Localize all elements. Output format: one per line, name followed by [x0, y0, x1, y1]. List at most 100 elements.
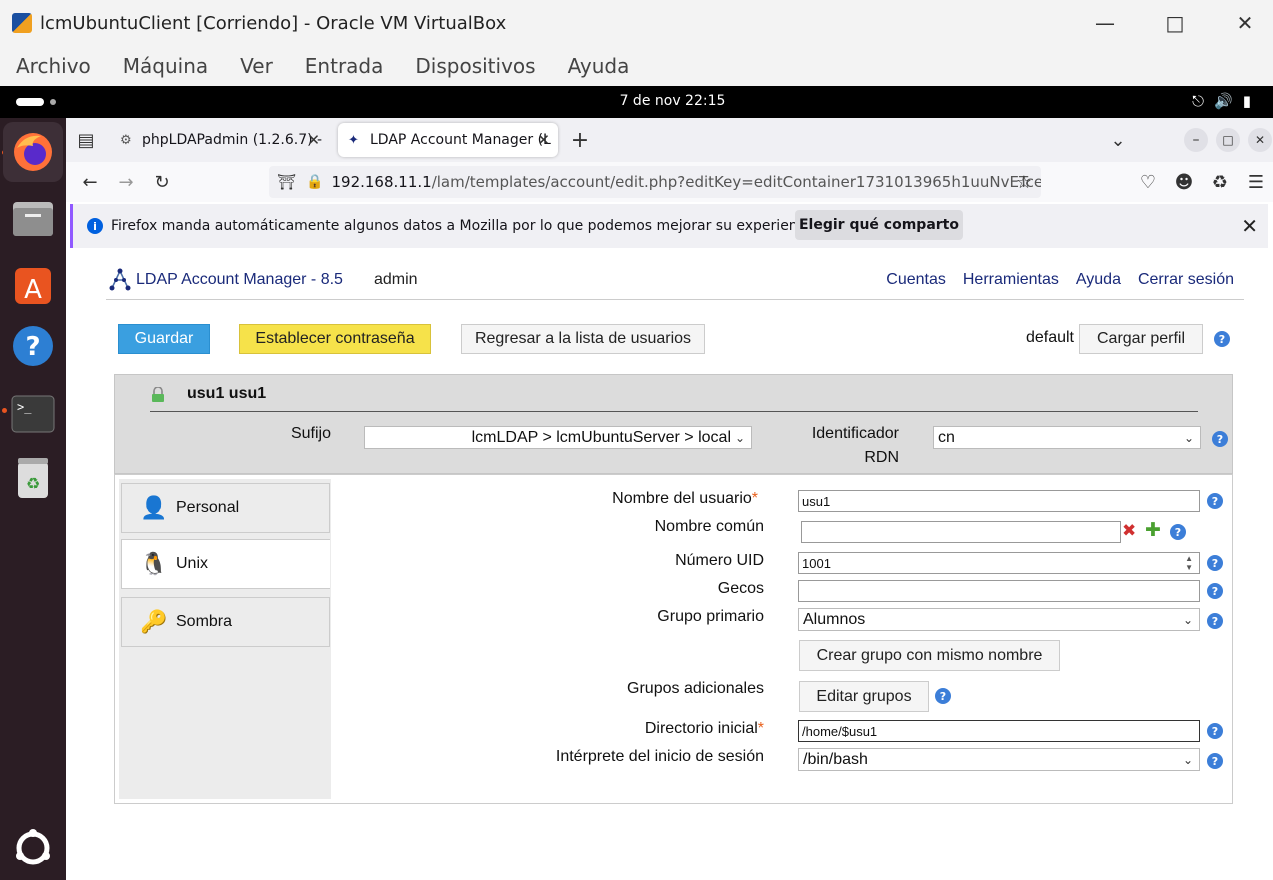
menu-ver[interactable]: Ver	[240, 54, 273, 78]
lam-title[interactable]: LDAP Account Manager - 8.5	[136, 271, 343, 289]
menu-maquina[interactable]: Máquina	[123, 54, 208, 78]
system-tray[interactable]: ⎋🔊▮	[1192, 92, 1261, 110]
maximize-icon[interactable]: □	[1160, 8, 1190, 38]
tab-label: phpLDAPadmin (1.2.6.7) -	[142, 132, 323, 148]
help-icon[interactable]: ?	[1207, 583, 1223, 599]
ubuntu-dock: A ? >_ ♻	[0, 118, 66, 880]
restore-icon[interactable]: □	[1216, 128, 1240, 152]
primary-group-select[interactable]: Alumnos ⌄	[798, 608, 1200, 631]
url-bar[interactable]: ⛩ 🔒 192.168.11.1 /lam/templates/account/…	[269, 166, 1041, 198]
gecos-label: Gecos	[717, 580, 764, 597]
url-path: /lam/templates/account/edit.php?editKey=…	[431, 173, 1041, 191]
back-icon[interactable]: ←	[78, 170, 102, 194]
new-tab-icon[interactable]: +	[568, 128, 592, 153]
uid-label: Número UID	[675, 552, 764, 569]
lock-icon	[152, 387, 164, 402]
minimize-icon[interactable]: –	[1184, 128, 1208, 152]
close-notification-icon[interactable]: ✕	[1241, 214, 1258, 238]
back-to-list-button[interactable]: Regresar a la lista de usuarios	[461, 324, 705, 354]
username-input[interactable]: usu1	[798, 490, 1200, 512]
help-icon[interactable]: ?	[1207, 493, 1223, 509]
tab-sombra[interactable]: 🔑 Sombra	[121, 597, 330, 647]
help-icon[interactable]: ?	[1207, 723, 1223, 739]
tab-phpldapadmin[interactable]: ⚙ phpLDAPadmin (1.2.6.7) - ✕	[110, 123, 328, 157]
extensions-icon[interactable]: ♻	[1208, 170, 1232, 194]
tab-unix[interactable]: 🐧 Unix	[121, 539, 330, 589]
home-dir-label: Directorio inicial*	[644, 720, 764, 737]
create-group-button[interactable]: Crear grupo con mismo nombre	[799, 640, 1060, 671]
spinner-arrows-icon[interactable]: ▲ ▼	[1185, 554, 1193, 572]
show-apps-icon[interactable]	[9, 824, 57, 872]
help-icon[interactable]: ?	[1214, 331, 1230, 347]
data-notification-bar: i Firefox manda automáticamente algunos …	[70, 204, 1268, 248]
nav-ayuda[interactable]: Ayuda	[1076, 271, 1121, 288]
save-button[interactable]: Guardar	[118, 324, 210, 354]
page-content: LDAP Account Manager - 8.5 admin Cuentas…	[66, 250, 1273, 880]
menu-entrada[interactable]: Entrada	[305, 54, 384, 78]
remove-icon[interactable]: ✖	[1122, 521, 1136, 541]
terminal-icon[interactable]: >_	[9, 390, 57, 438]
nav-herramientas[interactable]: Herramientas	[963, 271, 1059, 288]
virtualbox-icon	[12, 13, 32, 33]
key-icon: 🔑	[140, 609, 168, 634]
home-dir-input[interactable]: /home/$usu1	[798, 720, 1200, 742]
load-profile-button[interactable]: Cargar perfil	[1079, 324, 1203, 354]
help-icon[interactable]: ?	[1170, 524, 1186, 540]
hamburger-menu-icon[interactable]: ☰	[1244, 170, 1268, 194]
login-shell-value: /bin/bash	[803, 750, 868, 768]
menu-ayuda[interactable]: Ayuda	[568, 54, 630, 78]
url-host: 192.168.11.1	[331, 173, 432, 191]
help-icon[interactable]: ?	[935, 688, 951, 704]
firefox-icon[interactable]	[3, 122, 63, 182]
nav-cerrar-sesion[interactable]: Cerrar sesión	[1138, 271, 1234, 288]
forward-icon[interactable]: →	[114, 170, 138, 194]
menu-dispositivos[interactable]: Dispositivos	[415, 54, 535, 78]
shield-icon[interactable]: ⛩	[277, 173, 296, 191]
suffix-select[interactable]: lcmLDAP > lcmUbuntuServer > local ⌄	[364, 426, 752, 449]
bookmark-star-icon[interactable]: ☆	[1012, 170, 1036, 194]
close-icon[interactable]: ✕	[1230, 8, 1260, 38]
gecos-input[interactable]	[798, 580, 1200, 602]
lam-header: LDAP Account Manager - 8.5 admin Cuentas…	[106, 268, 1244, 300]
close-tab-icon[interactable]: ✕	[537, 131, 550, 149]
vbox-title-bar: lcmUbuntuClient [Corriendo] - Oracle VM …	[0, 0, 1273, 46]
info-icon: i	[87, 218, 103, 234]
pocket-icon[interactable]: ♡	[1136, 170, 1160, 194]
insecure-lock-icon[interactable]: 🔒	[306, 174, 323, 190]
set-password-button[interactable]: Establecer contraseña	[239, 324, 431, 354]
notification-text: Firefox manda automáticamente algunos da…	[111, 218, 823, 234]
help-icon[interactable]: ?	[1207, 613, 1223, 629]
firefox-window: ▤ ⚙ phpLDAPadmin (1.2.6.7) - ✕ ✦ LDAP Ac…	[66, 118, 1273, 880]
choose-what-i-share-button[interactable]: Elegir qué comparto	[795, 210, 963, 240]
edit-groups-button[interactable]: Editar grupos	[799, 681, 929, 712]
files-icon[interactable]	[9, 194, 57, 242]
minimize-icon[interactable]: —	[1090, 8, 1120, 38]
common-name-input[interactable]	[801, 521, 1121, 543]
close-window-icon[interactable]: ✕	[1248, 128, 1272, 152]
tab-personal-label: Personal	[176, 499, 240, 516]
reload-icon[interactable]: ↻	[150, 170, 174, 194]
rdn-select[interactable]: cn ⌄	[933, 426, 1201, 449]
help-icon[interactable]: ?	[9, 322, 57, 370]
svg-text:♻: ♻	[26, 474, 40, 493]
help-icon[interactable]: ?	[1207, 753, 1223, 769]
logged-user: admin	[374, 271, 418, 288]
battery-icon: ▮	[1242, 92, 1261, 110]
nav-cuentas[interactable]: Cuentas	[886, 271, 946, 288]
close-tab-icon[interactable]: ✕	[307, 131, 320, 149]
menu-archivo[interactable]: Archivo	[16, 54, 91, 78]
tab-personal[interactable]: 👤 Personal	[121, 483, 330, 533]
help-icon[interactable]: ?	[1212, 431, 1228, 447]
list-tabs-icon[interactable]: ⌄	[1106, 128, 1130, 152]
app-center-icon[interactable]: A	[9, 260, 57, 308]
system-clock[interactable]: 7 de nov 22:15	[0, 93, 1273, 109]
tab-lam[interactable]: ✦ LDAP Account Manager (L ✕	[338, 123, 558, 157]
account-icon[interactable]: ☻	[1172, 170, 1196, 194]
help-icon[interactable]: ?	[1207, 555, 1223, 571]
navigation-toolbar: ← → ↻ ⛩ 🔒 192.168.11.1 /lam/templates/ac…	[66, 162, 1273, 202]
uid-input[interactable]: 1001 ▲ ▼	[798, 552, 1200, 574]
tab-overview-icon[interactable]: ▤	[74, 128, 98, 152]
add-icon[interactable]: ✚	[1145, 519, 1161, 541]
trash-icon[interactable]: ♻	[9, 454, 57, 502]
login-shell-select[interactable]: /bin/bash ⌄	[798, 748, 1200, 771]
